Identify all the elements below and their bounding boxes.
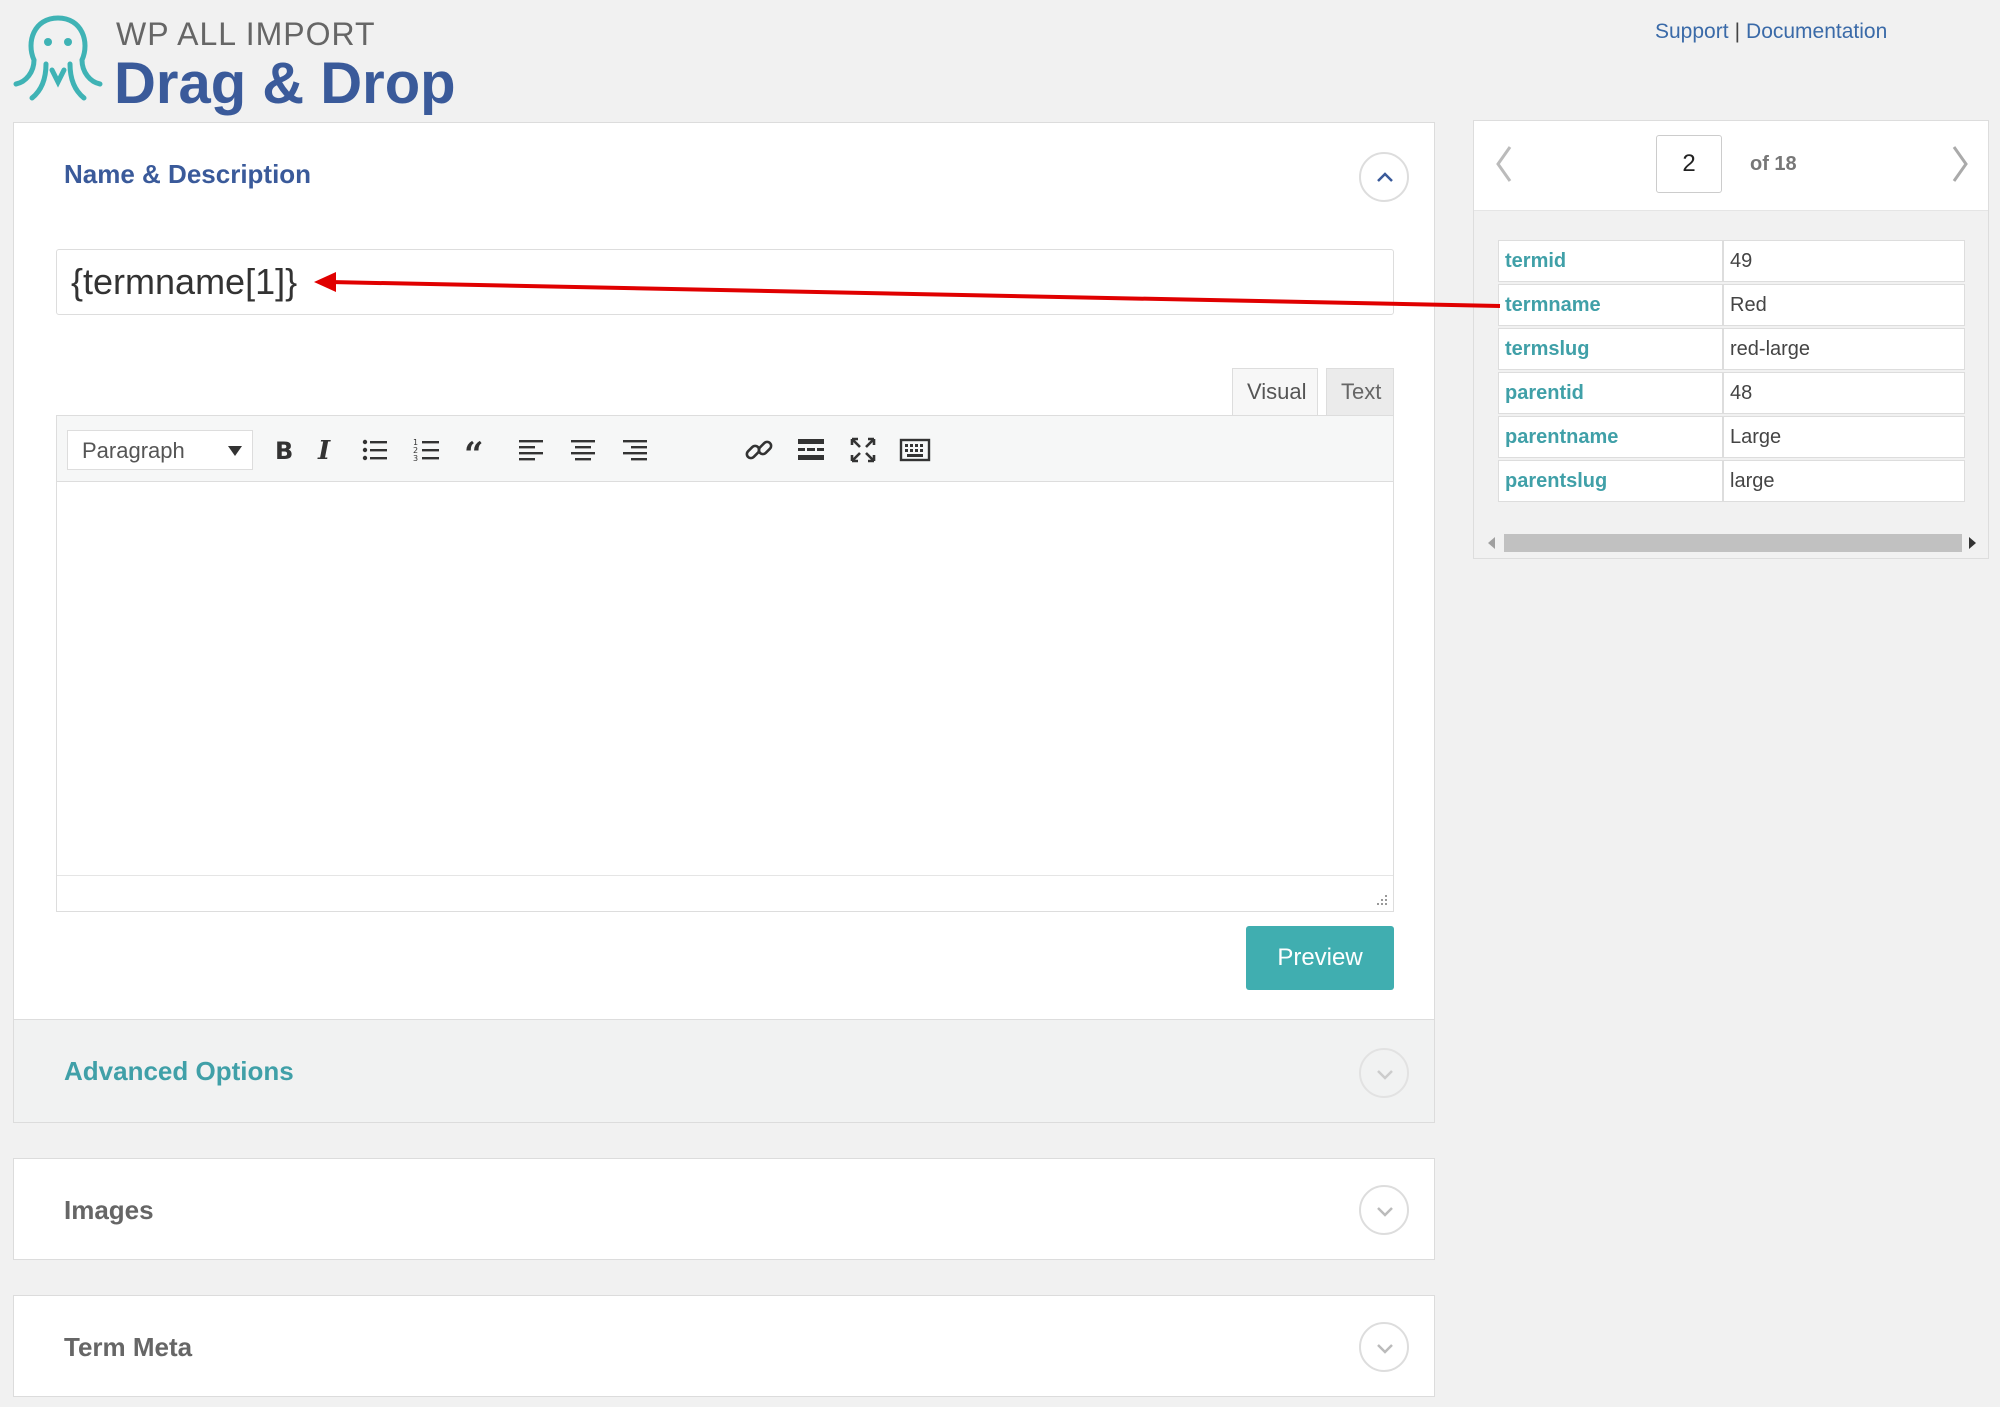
preview-button[interactable]: Preview [1246, 926, 1394, 990]
editor-content-area[interactable] [57, 482, 1393, 876]
record-field-value: Large [1723, 416, 1965, 458]
name-description-title[interactable]: Name & Description [64, 159, 311, 190]
term-meta-title[interactable]: Term Meta [64, 1332, 192, 1363]
editor-statusbar [57, 875, 1393, 911]
bold-icon[interactable]: B [267, 434, 299, 466]
name-description-panel: Name & Description Visual Text Paragraph… [13, 122, 1435, 1123]
record-field-value: large [1723, 460, 1965, 502]
record-count-label: of 18 [1750, 153, 1797, 175]
record-field-value: 48 [1723, 372, 1965, 414]
fullscreen-icon[interactable] [847, 434, 879, 466]
images-title[interactable]: Images [64, 1195, 154, 1226]
record-field-name[interactable]: parentid [1498, 372, 1723, 414]
format-select-value: Paragraph [82, 438, 185, 463]
previous-record-icon[interactable] [1484, 139, 1524, 189]
expand-advanced-button[interactable] [1359, 1048, 1409, 1098]
record-row: parentslug large [1498, 460, 1965, 502]
images-panel[interactable]: Images [13, 1158, 1435, 1260]
blockquote-icon[interactable]: “ [463, 434, 495, 466]
description-editor: Paragraph B I 123 “ [56, 415, 1394, 912]
brand-title: Drag & Drop [114, 51, 456, 116]
expand-images-button[interactable] [1359, 1185, 1409, 1235]
brand-subtitle: WP ALL IMPORT [116, 16, 376, 52]
editor-toolbar: Paragraph B I 123 “ [57, 416, 1393, 482]
record-viewer: 2 of 18 termid 49 termname Red termslug red-l… [1473, 120, 1989, 559]
svg-text:I: I [317, 436, 331, 466]
horizontal-scrollbar[interactable] [1482, 531, 1982, 555]
advanced-options-title[interactable]: Advanced Options [64, 1056, 294, 1087]
link-icon[interactable] [743, 434, 775, 466]
record-row: termname Red [1498, 284, 1965, 326]
chevron-down-icon [1377, 1070, 1393, 1080]
record-field-name[interactable]: parentslug [1498, 460, 1723, 502]
svg-text:“: “ [464, 435, 484, 466]
resize-grip-icon[interactable] [1373, 891, 1389, 907]
record-row: parentid 48 [1498, 372, 1965, 414]
record-row: termslug red-large [1498, 328, 1965, 370]
support-link[interactable]: Support [1655, 20, 1729, 43]
record-row: termid 49 [1498, 240, 1965, 282]
link-separator: | [1734, 20, 1741, 43]
align-left-icon[interactable] [515, 434, 547, 466]
record-page-input[interactable]: 2 [1656, 135, 1722, 193]
record-navigation: 2 of 18 [1474, 121, 1988, 211]
chevron-down-icon [1377, 1207, 1393, 1217]
term-meta-panel[interactable]: Term Meta [13, 1295, 1435, 1397]
svg-text:3: 3 [413, 454, 418, 463]
italic-icon[interactable]: I [309, 434, 341, 466]
record-field-name[interactable]: parentname [1498, 416, 1723, 458]
record-field-name[interactable]: termid [1498, 240, 1723, 282]
scroll-right-icon[interactable] [1969, 537, 1976, 549]
svg-text:B: B [275, 437, 293, 465]
dropdown-caret-icon [228, 446, 242, 456]
top-links: Support | Documentation [1655, 20, 1887, 44]
align-center-icon[interactable] [567, 434, 599, 466]
documentation-link[interactable]: Documentation [1746, 20, 1887, 43]
tab-text[interactable]: Text [1326, 368, 1394, 416]
chevron-down-icon [1377, 1344, 1393, 1354]
numbered-list-icon[interactable]: 123 [411, 434, 443, 466]
record-row: parentname Large [1498, 416, 1965, 458]
record-field-value: 49 [1723, 240, 1965, 282]
record-field-name[interactable]: termslug [1498, 328, 1723, 370]
term-name-input[interactable] [56, 249, 1394, 315]
next-record-icon[interactable] [1940, 139, 1980, 189]
record-field-value: red-large [1723, 328, 1965, 370]
tab-visual[interactable]: Visual [1232, 368, 1318, 416]
record-field-name[interactable]: termname [1498, 284, 1723, 326]
collapse-button[interactable] [1359, 152, 1409, 202]
record-field-value: Red [1723, 284, 1965, 326]
expand-term-meta-button[interactable] [1359, 1322, 1409, 1372]
scroll-left-icon[interactable] [1488, 537, 1495, 549]
scrollbar-thumb[interactable] [1504, 534, 1962, 552]
align-right-icon[interactable] [619, 434, 651, 466]
chevron-up-icon [1377, 172, 1393, 182]
octopus-logo-icon [13, 15, 103, 101]
format-select[interactable]: Paragraph [67, 430, 253, 470]
read-more-icon[interactable] [795, 434, 827, 466]
record-data-table: termid 49 termname Red termslug red-large pare… [1498, 238, 1965, 504]
bullet-list-icon[interactable] [359, 434, 391, 466]
advanced-options-section[interactable]: Advanced Options [14, 1019, 1434, 1122]
toolbar-toggle-icon[interactable] [899, 434, 931, 466]
